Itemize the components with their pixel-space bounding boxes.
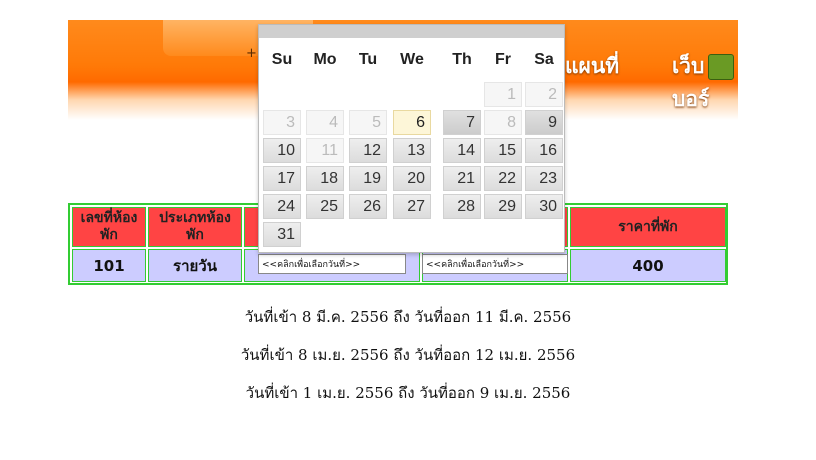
calendar-day: 8 [484,110,522,135]
weekday-header: We [400,51,424,68]
calendar-day[interactable]: 24 [263,194,301,219]
calendar-day[interactable]: 30 [525,194,563,219]
calendar-day[interactable]: 26 [349,194,387,219]
nav-webboard-link[interactable]: เว็บบอร์ [672,50,738,116]
price-value: 400 [570,249,726,282]
weekday-header: Mo [313,51,337,68]
booking-line: วันที่เข้า 8 มี.ค. 2556 ถึง วันที่ออก 11… [244,308,572,326]
booking-line: วันที่เข้า 1 เม.ย. 2556 ถึง วันที่ออก 9 … [245,384,571,402]
calendar-day[interactable]: 15 [484,138,522,163]
header-room-type: ประเภทห้อง พัก [148,207,242,247]
room-type-value: รายวัน [148,249,242,282]
room-number-value: 101 [72,249,146,282]
calendar-day[interactable]: 28 [443,194,481,219]
calendar-day[interactable]: 23 [525,166,563,191]
calendar-day[interactable]: 18 [306,166,344,191]
weekday-header: Fr [495,51,511,68]
weekday-header: Sa [534,51,554,68]
calendar-day[interactable]: 21 [443,166,481,191]
calendar-day[interactable]: 19 [349,166,387,191]
checkout-date-input[interactable]: <<คลิกเพื่อเลือกวันที่>> [422,254,568,274]
calendar-day[interactable]: 29 [484,194,522,219]
header-room-number: เลขที่ห้อง พัก [72,207,146,247]
weekday-header: Th [452,51,472,68]
calendar-day[interactable]: 13 [393,138,431,163]
weekday-header: Su [271,51,293,68]
calendar-day[interactable]: 14 [443,138,481,163]
calendar-day: 3 [263,110,301,135]
nav-map-link[interactable]: แผนที่ [565,50,619,83]
calendar-day[interactable]: 7 [443,110,481,135]
calendar-day[interactable]: 16 [525,138,563,163]
header-price: ราคาที่พัก [570,207,726,247]
weekday-header: Tu [358,51,378,68]
calendar-day[interactable]: 17 [263,166,301,191]
date-picker-popup: Su Mo Tu We Th Fr Sa 1 2 3 4 5 6 7 8 9 10 11 12 13 14 15 16 17… [258,24,565,253]
calendar-day: 4 [306,110,344,135]
calendar-day[interactable]: 20 [393,166,431,191]
calendar-day: 5 [349,110,387,135]
date-picker-header [259,25,564,38]
checkin-date-input[interactable]: <<คลิกเพื่อเลือกวันที่>> [258,254,406,274]
calendar-day[interactable]: 31 [263,222,301,247]
calendar-day[interactable]: 22 [484,166,522,191]
calendar-day[interactable]: 10 [263,138,301,163]
booking-line: วันที่เข้า 8 เม.ย. 2556 ถึง วันที่ออก 12… [240,346,576,364]
calendar-day: 2 [525,82,563,107]
calendar-day: 11 [306,138,344,163]
calendar-day: 1 [484,82,522,107]
calendar-day[interactable]: 12 [349,138,387,163]
calendar-day[interactable]: 6 [393,110,431,135]
calendar-day[interactable]: 9 [525,110,563,135]
calendar-day[interactable]: 25 [306,194,344,219]
calendar-day[interactable]: 27 [393,194,431,219]
